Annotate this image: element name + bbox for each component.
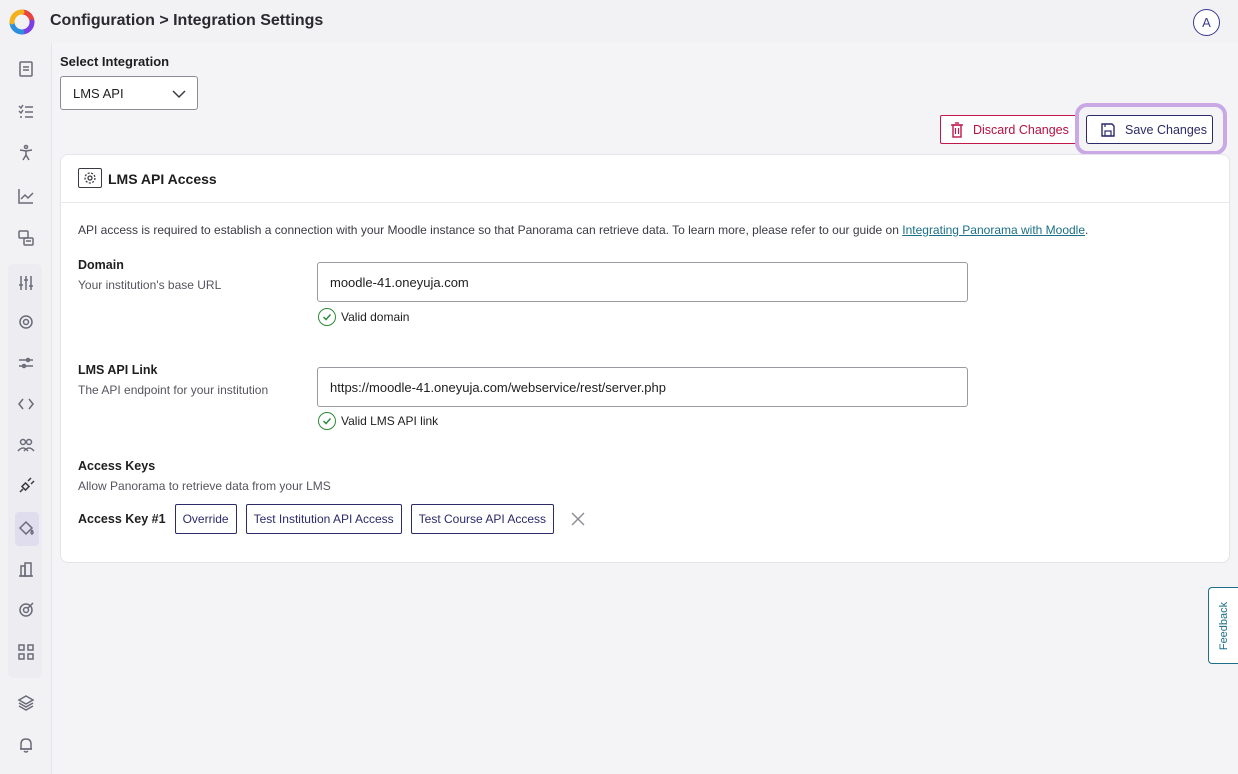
api-link-input[interactable]: https://moodle-41.oneyuja.com/webservice…	[317, 367, 968, 407]
paint-bucket-icon	[18, 520, 34, 536]
discard-changes-button[interactable]: Discard Changes	[940, 115, 1077, 144]
sidebar-item-settings[interactable]	[14, 310, 38, 334]
trash-icon	[951, 122, 963, 138]
integration-select-value: LMS API	[73, 86, 124, 101]
sidebar-item-checklist[interactable]	[14, 99, 38, 123]
sidebar-item-accessibility[interactable]	[14, 141, 38, 165]
intro-text-body: API access is required to establish a co…	[78, 223, 903, 237]
checklist-icon	[18, 104, 33, 118]
sidebar-item-goals[interactable]	[14, 598, 38, 622]
institution-icon	[19, 562, 33, 577]
avatar[interactable]: A	[1193, 9, 1220, 36]
document-icon	[19, 61, 33, 77]
access-keys-title: Access Keys	[78, 459, 156, 473]
sidebar	[0, 43, 52, 774]
integration-select[interactable]: LMS API	[60, 76, 198, 110]
test-course-api-button[interactable]: Test Course API Access	[410, 504, 555, 534]
discard-changes-label: Discard Changes	[973, 122, 1069, 137]
intro-text-end: .	[1085, 223, 1089, 237]
override-button[interactable]: Override	[174, 504, 237, 534]
intro-text: API access is required to establish a co…	[78, 223, 1088, 237]
code-icon	[18, 398, 34, 410]
app-logo-icon[interactable]	[9, 9, 35, 35]
access-key-label: Access Key #1	[78, 512, 166, 526]
line-chart-icon	[18, 189, 34, 204]
domain-subtitle: Your institution's base URL	[78, 278, 222, 292]
access-keys-subtitle: Allow Panorama to retrieve data from you…	[78, 479, 331, 493]
check-circle-icon	[318, 308, 336, 326]
integration-guide-link[interactable]: Integrating Panorama with Moodle	[902, 223, 1085, 237]
close-icon[interactable]	[569, 510, 587, 528]
layers-icon	[17, 695, 35, 711]
reports-icon	[18, 230, 34, 246]
save-changes-button[interactable]: Save Changes	[1086, 115, 1213, 144]
plug-icon	[19, 477, 35, 493]
sidebar-item-analytics[interactable]	[14, 184, 38, 208]
card-title: LMS API Access	[108, 171, 217, 187]
domain-input[interactable]: moodle-41.oneyuja.com	[317, 262, 968, 302]
feedback-tab[interactable]: Feedback	[1208, 587, 1238, 664]
top-bar: Configuration > Integration Settings A	[0, 0, 1238, 43]
card-header: LMS API Access	[61, 155, 1229, 203]
sidebar-item-document[interactable]	[14, 57, 38, 81]
sidebar-item-branding[interactable]	[14, 516, 38, 540]
sidebar-item-configuration[interactable]	[14, 271, 38, 295]
settings-window-icon	[78, 168, 102, 188]
sidebar-item-users[interactable]	[14, 433, 38, 457]
sidebar-item-adjustments[interactable]	[14, 351, 38, 375]
domain-title: Domain	[78, 258, 124, 272]
sidebar-item-institution[interactable]	[14, 557, 38, 581]
sidebar-item-integrations[interactable]	[14, 474, 38, 498]
domain-status-text: Valid domain	[341, 310, 410, 324]
accessibility-icon	[19, 144, 33, 161]
test-institution-api-button[interactable]: Test Institution API Access	[245, 504, 402, 534]
lms-api-access-card: LMS API Access API access is required to…	[60, 154, 1230, 563]
main-content: Select Integration LMS API Discard Chang…	[52, 43, 1238, 774]
adjustments-icon	[19, 357, 33, 369]
sidebar-item-notifications[interactable]	[14, 733, 38, 757]
api-link-status-text: Valid LMS API link	[341, 414, 439, 428]
select-integration-label: Select Integration	[60, 54, 170, 69]
target-icon	[19, 602, 34, 617]
sliders-icon	[19, 276, 33, 290]
chevron-down-icon	[172, 90, 186, 99]
access-key-row: Access Key #1 Override Test Institution …	[78, 504, 587, 534]
check-circle-icon	[318, 412, 336, 430]
sidebar-item-dashboard[interactable]	[14, 640, 38, 664]
floppy-disk-icon	[1101, 123, 1115, 137]
api-link-title: LMS API Link	[78, 363, 158, 377]
sidebar-item-reports[interactable]	[14, 226, 38, 250]
api-link-subtitle: The API endpoint for your institution	[78, 383, 269, 397]
feedback-label: Feedback	[1217, 601, 1230, 650]
api-link-status: Valid LMS API link	[318, 412, 438, 430]
grid-icon	[18, 644, 34, 660]
sidebar-item-code[interactable]	[14, 392, 38, 416]
bell-icon	[20, 738, 32, 753]
save-changes-label: Save Changes	[1125, 122, 1208, 137]
gear-icon	[19, 315, 33, 329]
breadcrumb: Configuration > Integration Settings	[50, 12, 324, 29]
domain-status: Valid domain	[318, 308, 409, 326]
sidebar-item-layers[interactable]	[14, 691, 38, 715]
users-icon	[17, 438, 35, 452]
